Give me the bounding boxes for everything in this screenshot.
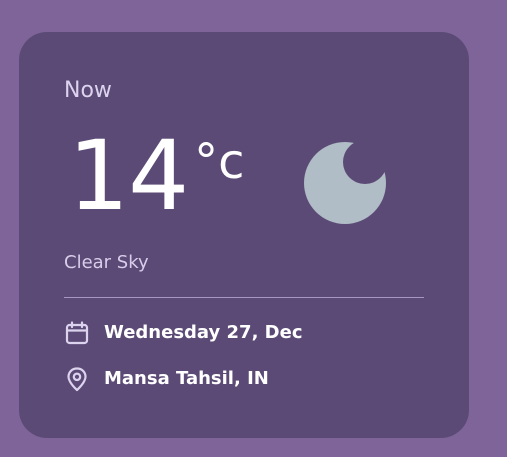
calendar-icon <box>64 320 90 346</box>
date-text: Wednesday 27, Dec <box>104 322 303 343</box>
location-text: Mansa Tahsil, IN <box>104 368 269 389</box>
current-weather-card: Now 14 °c Clear Sky Wednesday 27, Dec Ma… <box>19 32 469 438</box>
temperature-unit: °c <box>194 134 245 190</box>
divider <box>64 297 424 298</box>
temperature-value: 14 <box>68 120 189 232</box>
location-row: Mansa Tahsil, IN <box>64 366 269 392</box>
temperature-display: 14 °c <box>68 128 245 224</box>
moon-icon <box>302 140 388 226</box>
date-row: Wednesday 27, Dec <box>64 320 303 346</box>
weather-condition: Clear Sky <box>64 252 149 273</box>
now-heading: Now <box>64 78 112 103</box>
location-pin-icon <box>64 366 90 392</box>
